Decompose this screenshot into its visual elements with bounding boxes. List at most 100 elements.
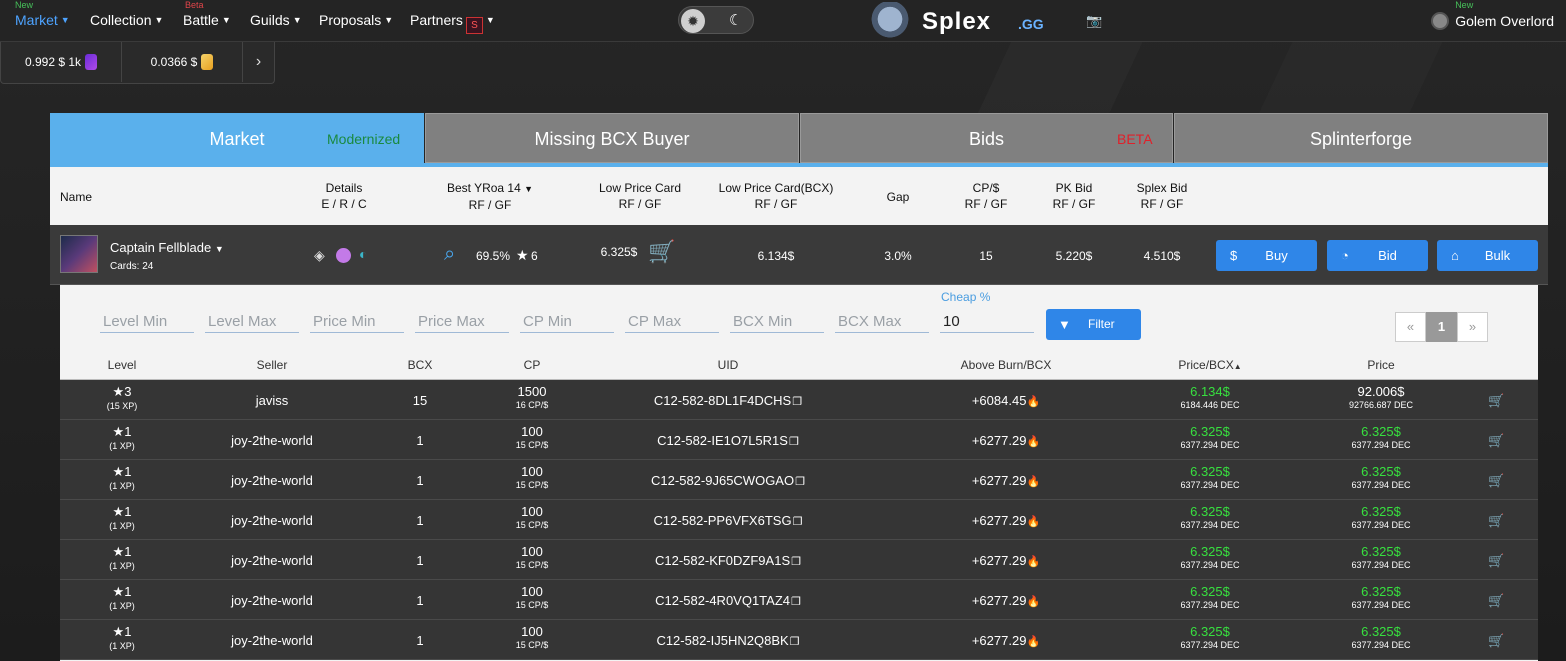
nav-collection[interactable]: Collection ▼ xyxy=(90,12,163,28)
cell-seller[interactable]: joy-2the-world xyxy=(202,593,342,608)
card-low-price-bcx: 6.134$ xyxy=(757,249,795,263)
add-to-cart-icon[interactable]: 🛒 xyxy=(1488,473,1504,489)
level-xp: (1 XP) xyxy=(109,481,135,491)
user-name: Golem Overlord xyxy=(1455,13,1554,29)
theme-toggle[interactable]: ✹ ☾ xyxy=(678,6,754,34)
user-menu[interactable]: New Golem Overlord xyxy=(1431,0,1554,30)
price-value: 6.325$ xyxy=(1361,624,1401,639)
copy-icon[interactable]: ❐ xyxy=(789,436,799,448)
uid-value: C12-582-8DL1F4DCHS xyxy=(653,393,792,408)
card-header-row: Name Details E / R / C Best YRoa 14 ▼ RF… xyxy=(50,167,1548,225)
price-max-input[interactable] xyxy=(415,311,509,333)
page-prev-button[interactable]: « xyxy=(1395,312,1426,342)
col-pk-bid: PK Bid RF / GF xyxy=(1044,180,1104,212)
card-image[interactable] xyxy=(60,235,98,273)
cell-seller[interactable]: javiss xyxy=(202,393,342,408)
card-name-dropdown[interactable]: Captain Fellblade ▼ xyxy=(110,240,224,255)
price-min-input[interactable] xyxy=(310,311,404,333)
add-to-cart-icon[interactable]: 🛒 xyxy=(1488,593,1504,609)
table-row[interactable]: ★1 (1 XP) joy-2the-world 1 100 15 CP/$ C12-582… xyxy=(60,540,1538,580)
cell-seller[interactable]: joy-2the-world xyxy=(202,633,342,648)
copy-icon[interactable]: ❐ xyxy=(791,596,801,608)
cell-price: 92.006$ 92766.687 DEC xyxy=(1321,384,1441,410)
nav-proposals[interactable]: Proposals ▼ xyxy=(319,12,393,28)
nav-partners[interactable]: Partners S ▼ xyxy=(410,12,495,34)
cp-value: 100 xyxy=(521,424,543,439)
cell-seller[interactable]: joy-2the-world xyxy=(202,473,342,488)
table-row[interactable]: ★1 (1 XP) joy-2the-world 1 100 15 CP/$ C12-582… xyxy=(60,420,1538,460)
copy-icon[interactable]: ❐ xyxy=(792,396,802,408)
page-next-button[interactable]: » xyxy=(1457,312,1488,342)
card-gap: 3.0% xyxy=(884,249,912,263)
tab-bids-label: Bids xyxy=(968,129,1004,149)
price-value: 6.325$ xyxy=(1361,544,1401,559)
th-uid: UID xyxy=(717,358,739,372)
col-yroa-label: Best YRoa 14 xyxy=(446,181,521,195)
col-splex-bid-label: Splex Bid xyxy=(1136,181,1188,195)
rarity-icon xyxy=(336,248,351,263)
add-to-cart-icon[interactable]: 🛒 xyxy=(1488,513,1504,529)
buy-button[interactable]: $ Buy xyxy=(1216,240,1317,271)
col-splex-bid-sub: RF / GF xyxy=(1140,197,1184,211)
cell-seller[interactable]: joy-2the-world xyxy=(202,553,342,568)
user-tag: New xyxy=(1455,0,1474,10)
copy-icon[interactable]: ❐ xyxy=(790,636,800,648)
nav-guilds[interactable]: Guilds ▼ xyxy=(250,12,302,28)
bcx-min-input[interactable] xyxy=(730,311,824,333)
copy-icon[interactable]: ❐ xyxy=(793,516,803,528)
table-row[interactable]: ★1 (1 XP) joy-2the-world 1 100 15 CP/$ C12-582… xyxy=(60,500,1538,540)
tab-bids[interactable]: Bids BETA xyxy=(800,113,1173,163)
search-chart-icon[interactable]: ⌕ xyxy=(444,243,455,266)
chevron-down-icon: ▼ xyxy=(214,244,224,254)
bcx-max-input[interactable] xyxy=(835,311,929,333)
burn-value: +6277.29 xyxy=(971,553,1027,568)
cp-value: 1500 xyxy=(517,384,547,399)
uid-value: C12-582-PP6VFX6TSG xyxy=(653,513,792,528)
add-to-cart-icon[interactable]: 🛒 xyxy=(1488,553,1504,569)
col-low-price-bcx-label: Low Price Card(BCX) xyxy=(718,181,834,195)
table-row[interactable]: ★3 (15 XP) javiss 15 1500 16 CP/$ C12-582-8DL1… xyxy=(60,380,1538,420)
tab-missing-bcx-label: Missing BCX Buyer xyxy=(534,129,690,149)
copy-icon[interactable]: ❐ xyxy=(795,476,805,488)
cell-seller[interactable]: joy-2the-world xyxy=(202,513,342,528)
add-to-cart-icon[interactable]: 🛒 xyxy=(1488,433,1504,449)
market-tabs: Market Modernized Missing BCX Buyer Bids… xyxy=(50,113,1548,165)
cp-per-dollar: 15 CP/$ xyxy=(515,600,549,610)
th-above-burn: Above Burn/BCX xyxy=(960,358,1052,372)
cell-price: 6.325$ 6377.294 DEC xyxy=(1321,504,1441,530)
price-bcx-value: 6.134$ xyxy=(1190,384,1230,399)
chevron-right-icon[interactable]: › xyxy=(242,42,275,82)
cart-icon[interactable]: 🛒 xyxy=(648,239,675,265)
table-row[interactable]: ★1 (1 XP) joy-2the-world 1 100 15 CP/$ C12-582… xyxy=(60,580,1538,620)
cell-seller[interactable]: joy-2the-world xyxy=(202,433,342,448)
tab-missing-bcx-buyer[interactable]: Missing BCX Buyer xyxy=(425,113,799,163)
bid-button[interactable]: ◔ Bid xyxy=(1327,240,1428,271)
camera-icon[interactable]: 📷 xyxy=(1086,13,1102,29)
add-to-cart-icon[interactable]: 🛒 xyxy=(1488,633,1504,649)
table-row[interactable]: ★1 (1 XP) joy-2the-world 1 100 15 CP/$ C12-582… xyxy=(60,460,1538,500)
cell-price-bcx: 6.134$ 6184.446 DEC xyxy=(1150,384,1270,410)
dec-token-icon xyxy=(201,54,214,70)
nav-market[interactable]: New Market ▼ xyxy=(15,0,70,28)
table-row[interactable]: ★1 (1 XP) joy-2the-world 1 100 15 CP/$ C12-582… xyxy=(60,620,1538,660)
tab-splinterforge[interactable]: Splinterforge xyxy=(1174,113,1548,163)
price-value: 92.006$ xyxy=(1357,384,1405,399)
cp-min-input[interactable] xyxy=(520,311,614,333)
page-current[interactable]: 1 xyxy=(1426,312,1457,342)
nav-battle[interactable]: Beta Battle ▼ xyxy=(183,0,231,28)
price-dec: 6377.294 DEC xyxy=(1351,560,1411,570)
tab-market[interactable]: Market Modernized xyxy=(50,113,424,163)
token-price-2: 0.0366 $ xyxy=(122,42,242,82)
col-yroa[interactable]: Best YRoa 14 ▼ RF / GF xyxy=(440,180,540,213)
level-min-input[interactable] xyxy=(100,311,194,333)
th-cp: CP xyxy=(523,358,541,372)
bulk-button[interactable]: ⌂ Bulk xyxy=(1437,240,1538,271)
cheap-percent-input[interactable] xyxy=(940,311,1034,333)
filter-button[interactable]: ▼ Filter xyxy=(1046,309,1141,340)
level-max-input[interactable] xyxy=(205,311,299,333)
add-to-cart-icon[interactable]: 🛒 xyxy=(1488,393,1504,409)
th-price-bcx[interactable]: Price/BCX▲ xyxy=(1160,358,1260,372)
card-count: Cards: 24 xyxy=(110,261,154,272)
cp-max-input[interactable] xyxy=(625,311,719,333)
copy-icon[interactable]: ❐ xyxy=(791,556,801,568)
